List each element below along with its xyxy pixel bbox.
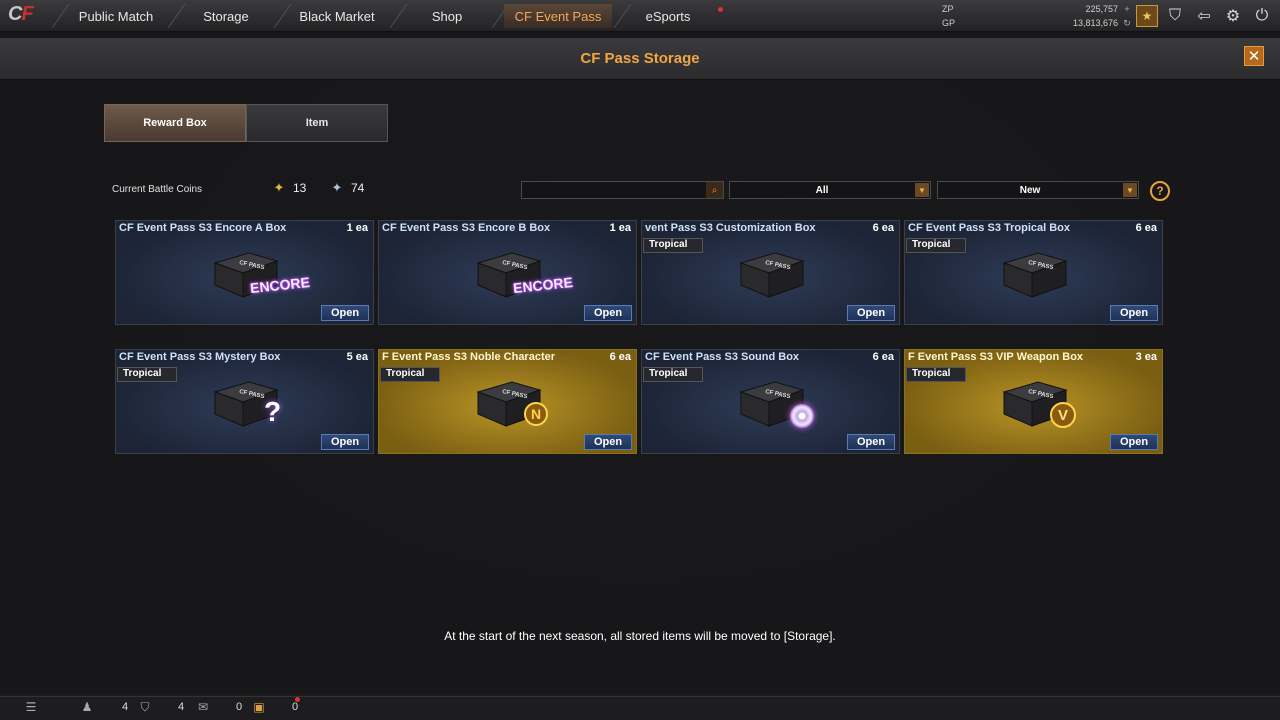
gold-coin-value: 13 (293, 181, 307, 195)
reward-box-name: CF Event Pass S3 Encore B Box (382, 222, 551, 234)
gold-coin-count: ✦ 13 (270, 179, 307, 197)
search-icon[interactable]: ⌕ (706, 182, 723, 198)
tropical-tag: Tropical (643, 238, 703, 253)
sound-disc-icon (790, 404, 814, 428)
dialog-title: CF Pass Storage (580, 50, 700, 67)
clan-shield-icon: ⛉ (140, 699, 150, 714)
bottom-status-bar (0, 696, 1280, 720)
reward-box-card[interactable]: CF Event Pass S3 Mystery Box 5 ea Tropical… (115, 349, 374, 454)
reward-box-card[interactable]: CF Event Pass S3 Tropical Box 6 ea Tropica… (904, 220, 1163, 325)
clan-icon[interactable]: ⛉ (1164, 5, 1186, 27)
battle-coins-label: Current Battle Coins (112, 184, 203, 195)
clan-indicator[interactable]: ⛉ 4 (138, 700, 184, 714)
category-filter-value: All (815, 185, 829, 196)
nav-tab-cf-event-pass[interactable]: CF Event Pass (504, 4, 612, 28)
open-button[interactable]: Open (321, 305, 369, 321)
storage-notice: At the start of the next season, all sto… (444, 629, 836, 643)
reward-box-card[interactable]: F Event Pass S3 Noble Character 6 ea Tropi… (378, 349, 637, 454)
gifts-indicator[interactable]: ▣ 0 (252, 700, 298, 714)
reward-box-card[interactable]: CF Event Pass S3 Sound Box 6 ea Tropical CF… (641, 349, 900, 454)
reward-box-name: F Event Pass S3 Noble Character (382, 351, 556, 363)
top-nav-bar: CF Public Match Storage Black Market Sho… (0, 0, 1280, 32)
nav-tab-black-market[interactable]: Black Market (288, 4, 386, 28)
messages-indicator[interactable]: ✉ 0 (196, 700, 242, 714)
crossfire-logo[interactable]: CF (8, 3, 54, 29)
reward-box-card[interactable]: CF Event Pass S3 Encore B Box 1 ea CF PASS… (378, 220, 637, 325)
nav-tab-storage[interactable]: Storage (180, 4, 272, 28)
exit-room-icon[interactable]: ⇦ (1193, 5, 1215, 27)
reward-box-quantity: 6 ea (872, 222, 894, 234)
silver-coin-value: 74 (351, 181, 365, 195)
chevron-down-icon: ▼ (915, 183, 929, 197)
messages-count: 0 (236, 701, 243, 713)
reward-box-quantity: 6 ea (872, 351, 894, 363)
tropical-tag: Tropical (380, 367, 440, 382)
sort-filter-value: New (1019, 185, 1041, 196)
reward-box-quantity: 1 ea (346, 222, 368, 234)
reward-box-name: vent Pass S3 Customization Box (645, 222, 816, 234)
friends-icon: ♟ (81, 700, 93, 714)
reward-box-card[interactable]: F Event Pass S3 VIP Weapon Box 3 ea Tropic… (904, 349, 1163, 454)
open-button[interactable]: Open (584, 305, 632, 321)
reward-box-quantity: 1 ea (609, 222, 631, 234)
reward-box-quantity: 6 ea (1135, 222, 1157, 234)
reward-box-quantity: 5 ea (346, 351, 368, 363)
chevron-down-icon: ▼ (1123, 183, 1137, 197)
search-input[interactable] (521, 181, 724, 199)
reward-box-quantity: 6 ea (609, 351, 631, 363)
tropical-tag: Tropical (906, 367, 966, 382)
open-button[interactable]: Open (847, 434, 895, 450)
gp-balance: GP 13,813,676 ↻ (942, 18, 1132, 29)
silver-coin-count: ✦ 74 (328, 179, 365, 197)
reward-box-name: F Event Pass S3 VIP Weapon Box (908, 351, 1084, 363)
vip-emblem-icon: V (1050, 402, 1076, 428)
reward-box-card[interactable]: vent Pass S3 Customization Box 6 ea Tropic… (641, 220, 900, 325)
friends-count: 4 (122, 701, 129, 713)
cf-pass-box-icon: CF PASS (735, 245, 807, 301)
noble-emblem-icon: N (524, 402, 548, 426)
tab-item[interactable]: Item (246, 104, 388, 142)
nav-tab-shop[interactable]: Shop (404, 4, 490, 28)
question-mark-icon: ? (264, 396, 282, 427)
zp-balance: ZP 225,757 + (942, 4, 1132, 14)
gold-coin-icon: ✦ (273, 180, 285, 195)
notification-dot (718, 7, 723, 12)
tab-reward-box[interactable]: Reward Box (104, 104, 246, 142)
menu-icon[interactable]: ☰ (24, 700, 38, 714)
open-button[interactable]: Open (1110, 434, 1158, 450)
add-zp-icon[interactable]: + (1122, 4, 1132, 14)
reward-box-card[interactable]: CF Event Pass S3 Encore A Box 1 ea CF PASS… (115, 220, 374, 325)
gift-icon: ▣ (253, 700, 265, 714)
category-filter-select[interactable]: All ▼ (729, 181, 931, 199)
clan-count: 4 (178, 701, 185, 713)
power-icon[interactable]: ⏻ (1251, 5, 1273, 27)
reward-box-name: CF Event Pass S3 Encore A Box (119, 222, 287, 234)
gift-notification-dot (295, 697, 300, 702)
tropical-tag: Tropical (117, 367, 177, 382)
open-button[interactable]: Open (847, 305, 895, 321)
cf-pass-box-icon: CF PASS (998, 245, 1070, 301)
reward-box-name: CF Event Pass S3 Sound Box (645, 351, 800, 363)
reward-box-quantity: 3 ea (1135, 351, 1157, 363)
friends-indicator[interactable]: ♟ 4 (80, 700, 129, 714)
gifts-count: 0 (292, 701, 299, 713)
help-icon[interactable]: ? (1150, 181, 1170, 201)
tropical-tag: Tropical (643, 367, 703, 382)
silver-coin-icon: ✦ (331, 180, 343, 195)
sort-filter-select[interactable]: New ▼ (937, 181, 1139, 199)
nav-tab-esports[interactable]: eSports (628, 4, 708, 28)
nav-tab-public-match[interactable]: Public Match (64, 4, 168, 28)
open-button[interactable]: Open (584, 434, 632, 450)
reward-box-name: CF Event Pass S3 Tropical Box (908, 222, 1071, 234)
chat-bubble-icon: ✉ (197, 700, 209, 714)
rank-icon[interactable]: ★ (1136, 5, 1158, 27)
open-button[interactable]: Open (1110, 305, 1158, 321)
gp-refresh-icon[interactable]: ↻ (1122, 18, 1132, 29)
close-button[interactable]: ✕ (1244, 46, 1264, 66)
open-button[interactable]: Open (321, 434, 369, 450)
reward-box-name: CF Event Pass S3 Mystery Box (119, 351, 281, 363)
tropical-tag: Tropical (906, 238, 966, 253)
settings-gear-icon[interactable]: ⚙ (1222, 5, 1244, 27)
